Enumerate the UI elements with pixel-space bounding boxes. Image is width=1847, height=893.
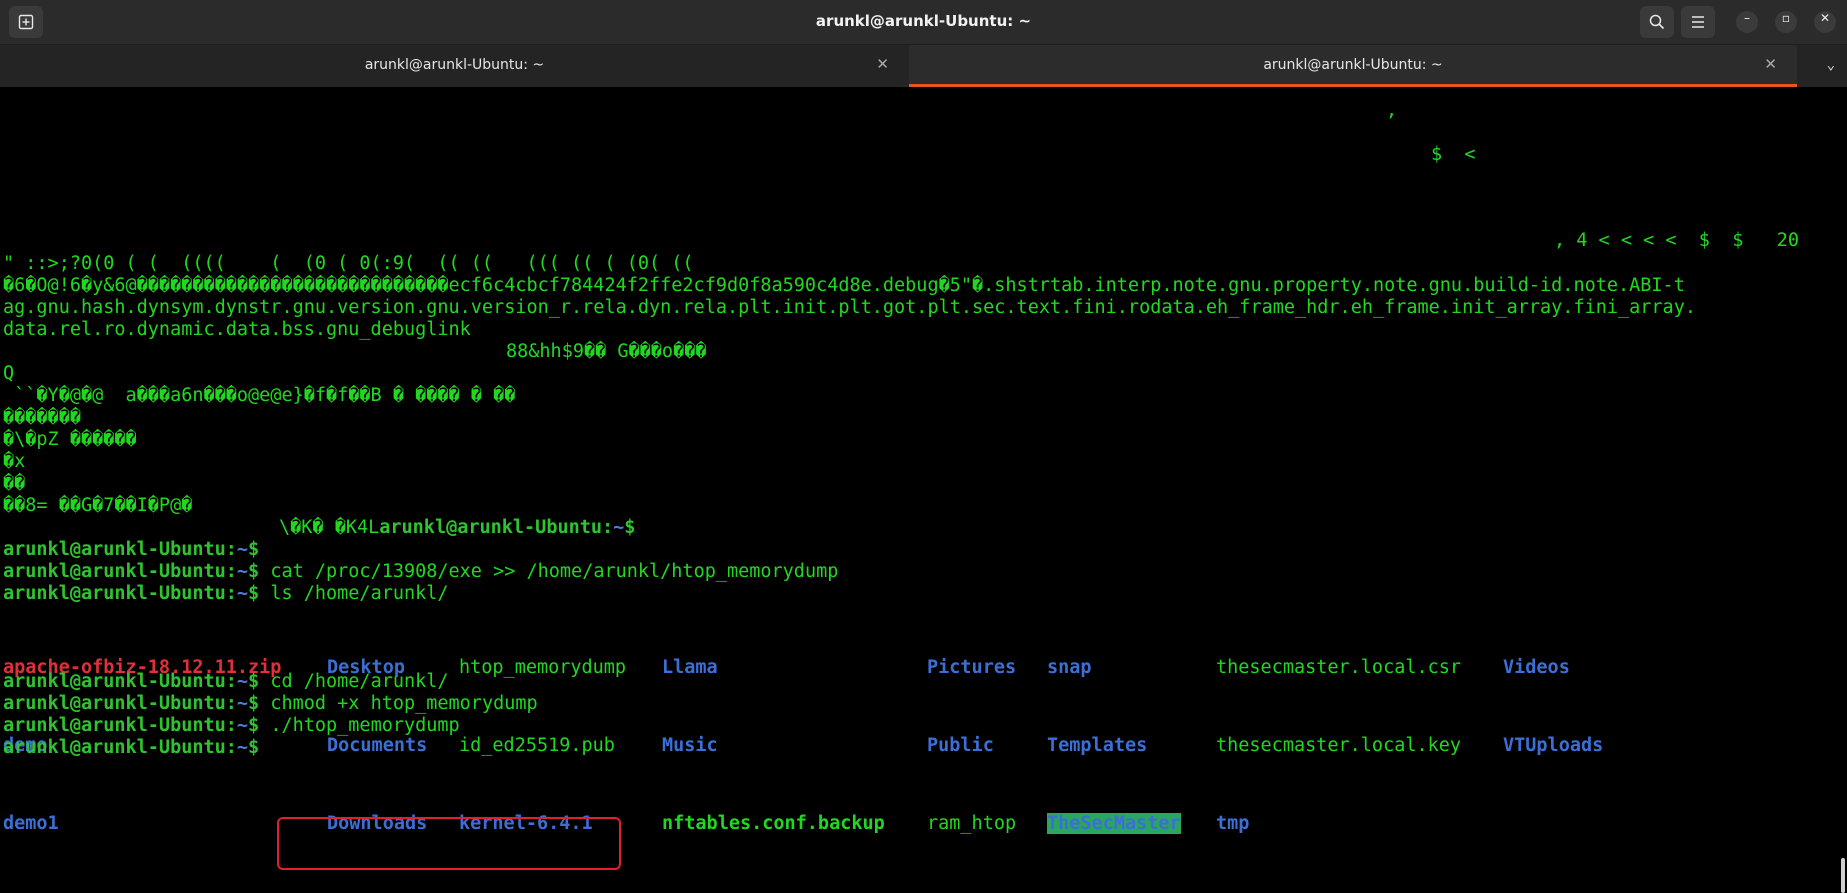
prompt-cwd: ~ [236, 561, 249, 582]
ls-entry: nftables.conf.backup [662, 813, 885, 834]
output-line: $ < [1431, 144, 1476, 165]
tab-bar: arunkl@arunkl-Ubuntu: ~ ✕ arunkl@arunkl-… [0, 45, 1847, 87]
tab-close-icon[interactable]: ✕ [1764, 55, 1777, 73]
ls-column: snap Templates TheSecMaster [1047, 603, 1181, 889]
prompt-sign: $ [248, 561, 260, 582]
prompt-cwd: ~ [236, 539, 249, 560]
prompt-sign: $ [248, 693, 260, 714]
prompt-user: arunkl@arunkl-Ubuntu [3, 693, 226, 714]
prompt-cwd: ~ [236, 671, 249, 692]
ls-entry: thesecmaster.local.key [1216, 735, 1462, 756]
maximize-button[interactable]: ▫ [1775, 11, 1797, 33]
prompt-sign: $ [624, 517, 636, 538]
ls-entry: snap [1047, 657, 1092, 678]
ls-entry: Videos [1503, 657, 1570, 678]
prompt-sign: $ [248, 715, 260, 736]
tab-2[interactable]: arunkl@arunkl-Ubuntu: ~ ✕ [909, 45, 1797, 87]
minimize-icon: – [1744, 11, 1750, 25]
tab-list-chevron-icon[interactable]: ⌄ [1827, 57, 1835, 73]
prompt-cwd: ~ [613, 517, 625, 538]
command: chmod +x htop_memorydump [270, 693, 538, 714]
prompt-user: arunkl@arunkl-Ubuntu [3, 583, 226, 604]
ls-entry: Public [927, 735, 994, 756]
ls-column: Videos VTUploads [1503, 603, 1603, 811]
output-line: ��8= ��G�7��I�P@� [3, 495, 193, 516]
prompt-sign: $ [248, 671, 260, 692]
command: ls /home/arunkl/ [270, 583, 449, 604]
ls-entry: VTUploads [1503, 735, 1604, 756]
ls-entry: id_ed25519.pub [459, 735, 615, 756]
ls-entry: htop_memorydump [459, 657, 627, 678]
ls-entry: tmp [1216, 813, 1250, 834]
ls-entry: thesecmaster.local.csr [1216, 657, 1462, 678]
prompt-line: \�K� �K4Larunkl@arunkl-Ubuntu:~$ [279, 515, 635, 541]
output-line: , [1386, 100, 1398, 121]
prompt-user: arunkl@arunkl-Ubuntu [3, 539, 226, 560]
prompt: arunkl@arunkl-Ubuntu:~$ [379, 517, 636, 538]
title-bar: arunkl@arunkl-Ubuntu: ~ – ▫ ✕ [0, 0, 1847, 45]
ls-entry: Llama [662, 657, 718, 678]
command: ./htop_memorydump [270, 715, 460, 736]
annotation-highlight-box [277, 817, 621, 870]
close-icon: ✕ [1819, 11, 1831, 25]
search-button[interactable] [1640, 6, 1674, 38]
ls-entry: demo1 [3, 813, 59, 834]
close-button[interactable]: ✕ [1814, 11, 1836, 33]
command: cat /proc/13908/exe >> /home/arunkl/htop… [270, 561, 839, 582]
tab-1[interactable]: arunkl@arunkl-Ubuntu: ~ ✕ [0, 45, 909, 87]
prompt-user: arunkl@arunkl-Ubuntu [3, 671, 226, 692]
output-line: 88&hh$9�� G���o��� [506, 341, 707, 362]
output-line: , 4 < < < < $ $ 20 [1554, 230, 1800, 251]
window-title: arunkl@arunkl-Ubuntu: ~ [815, 12, 1032, 30]
menu-button[interactable] [1681, 6, 1715, 38]
ls-column: Llama Music nftables.conf.backup [662, 603, 885, 889]
ls-entry: Pictures [927, 657, 1017, 678]
output-fragment: \�K� �K4L [279, 517, 380, 538]
prompt-sign: $ [248, 539, 260, 560]
tab-label: arunkl@arunkl-Ubuntu: ~ [364, 57, 545, 73]
hamburger-menu-icon [1692, 16, 1704, 28]
prompt-user: arunkl@arunkl-Ubuntu [3, 737, 226, 758]
prompt-user: arunkl@arunkl-Ubuntu [379, 517, 603, 538]
ls-entry: Templates [1047, 735, 1148, 756]
minimize-button[interactable]: – [1736, 11, 1758, 33]
prompt-cwd: ~ [236, 737, 249, 758]
tab-close-icon[interactable]: ✕ [876, 55, 889, 73]
terminal-output[interactable]: , $ < , 4 < < < < $ $ 20 " ::>;?0(0 ( ( … [3, 87, 1847, 893]
prompt-cwd: ~ [236, 583, 249, 604]
scrollbar-thumb[interactable] [1841, 858, 1845, 893]
prompt-cwd: ~ [236, 693, 249, 714]
ls-column: Pictures Public ram_htop [927, 603, 1016, 889]
tab-label: arunkl@arunkl-Ubuntu: ~ [1263, 57, 1443, 73]
prompt-sign: $ [248, 737, 260, 758]
prompt-sign: $ [248, 583, 260, 604]
prompt-cwd: ~ [236, 715, 249, 736]
output-line: data.rel.ro.dynamic.data.bss.gnu_debugli… [3, 319, 471, 340]
search-icon [1649, 14, 1665, 30]
ls-entry: ram_htop [927, 813, 1017, 834]
prompt-user: arunkl@arunkl-Ubuntu [3, 715, 226, 736]
maximize-icon: ▫ [1781, 11, 1791, 25]
ls-entry: TheSecMaster [1047, 813, 1181, 834]
prompt-user: arunkl@arunkl-Ubuntu [3, 561, 226, 582]
ls-column: thesecmaster.local.csr thesecmaster.loca… [1216, 603, 1461, 889]
command: cd /home/arunkl/ [270, 671, 449, 692]
prompt-line: arunkl@arunkl-Ubuntu:~$ [3, 737, 260, 758]
ls-entry: Music [662, 735, 718, 756]
